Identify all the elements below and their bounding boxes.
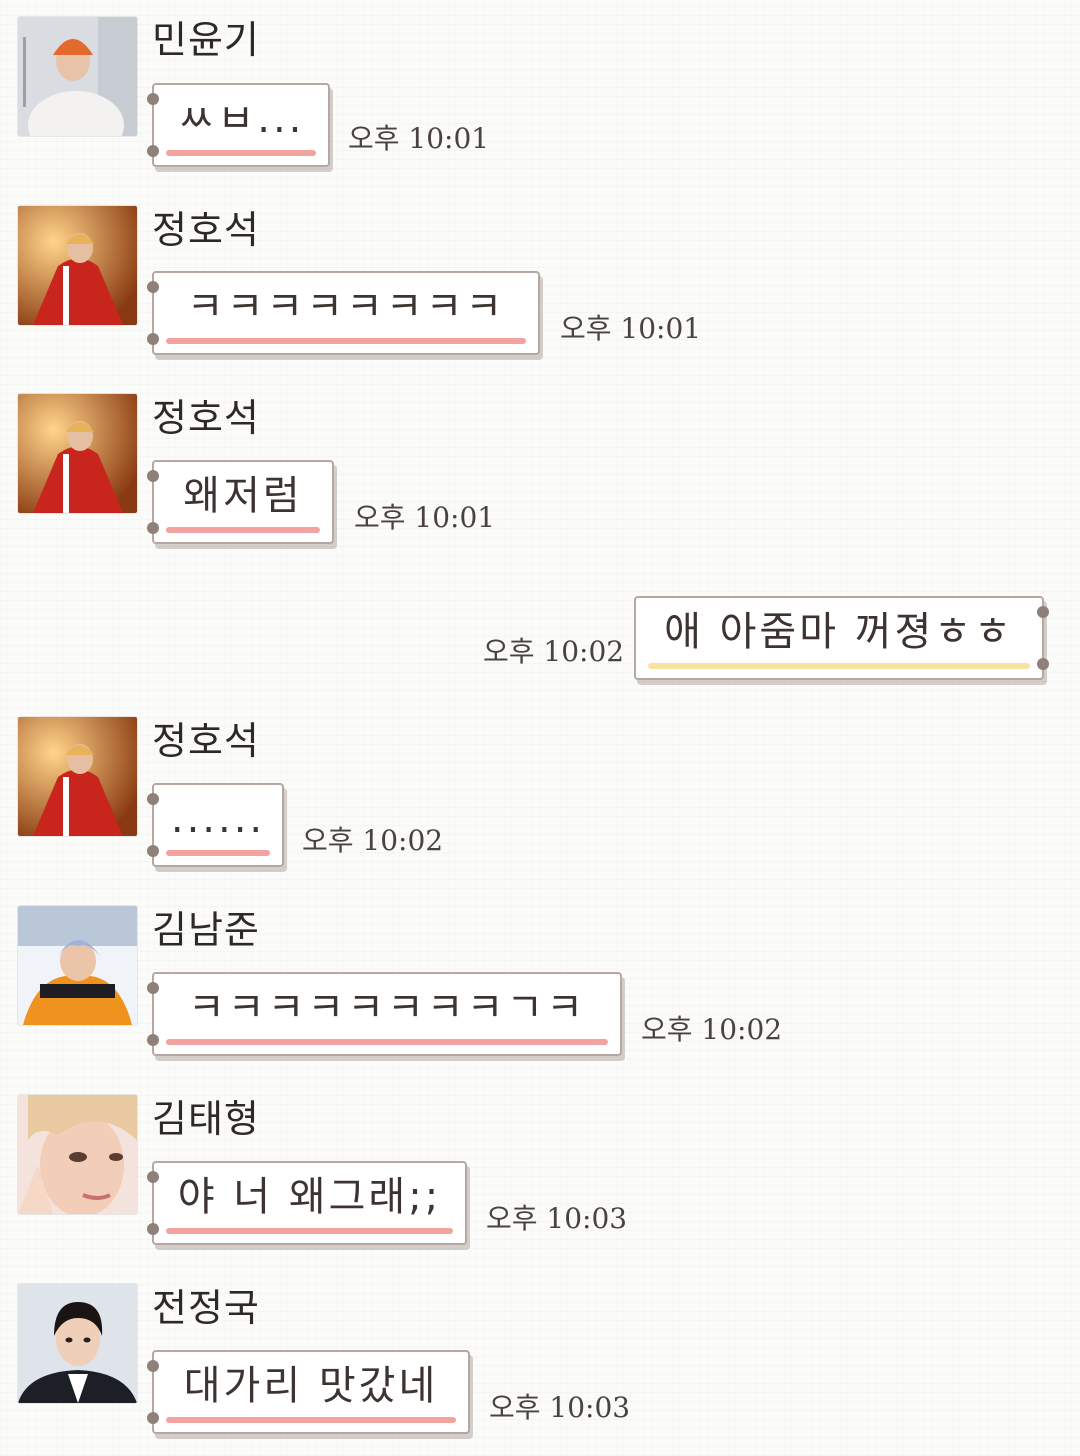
bubble-dot xyxy=(147,1360,159,1372)
profile-photo-icon xyxy=(18,206,137,325)
message-time: 오후 10:02 xyxy=(483,635,625,668)
message-time: 오후 10:02 xyxy=(641,1013,783,1046)
sender-name: 민윤기 xyxy=(152,18,260,62)
profile-photo-icon xyxy=(18,17,137,136)
message-text: 야 너 왜그래;; xyxy=(177,1174,442,1220)
underline-decoration xyxy=(166,338,526,344)
underline-decoration xyxy=(166,1417,456,1423)
avatar[interactable] xyxy=(18,906,137,1025)
bubble-dot xyxy=(147,470,159,482)
profile-photo-icon xyxy=(18,394,137,513)
sender-name: 전정국 xyxy=(152,1286,260,1330)
sender-name: 정호석 xyxy=(152,719,260,763)
avatar[interactable] xyxy=(18,394,137,513)
message-time: 오후 10:01 xyxy=(354,501,496,534)
bubble-dot xyxy=(147,793,159,805)
profile-photo-icon xyxy=(18,906,137,1025)
bubble-dot xyxy=(147,522,159,534)
message-bubble[interactable]: 왜저럼 xyxy=(147,460,334,544)
underline-decoration xyxy=(166,850,270,856)
sender-name: 정호석 xyxy=(152,208,260,252)
bubble-dot xyxy=(147,1412,159,1424)
bubble-dot xyxy=(147,145,159,157)
underline-decoration xyxy=(166,1228,453,1234)
message-time: 오후 10:03 xyxy=(486,1202,628,1235)
message-text: 왜저럼 xyxy=(183,473,303,519)
message-text: 애 아줌마 꺼졍ㅎㅎ xyxy=(664,609,1014,655)
message-time: 오후 10:01 xyxy=(348,122,490,155)
avatar[interactable] xyxy=(18,17,137,136)
sender-name: 김남준 xyxy=(152,908,260,952)
avatar[interactable] xyxy=(18,206,137,325)
underline-decoration xyxy=(166,150,316,156)
bubble-dot xyxy=(1037,658,1049,670)
sender-name: 정호석 xyxy=(152,396,260,440)
profile-photo-icon xyxy=(18,717,137,836)
message-bubble[interactable]: ㅋㅋㅋㅋㅋㅋㅋㅋ xyxy=(147,271,540,355)
message-time: 오후 10:02 xyxy=(302,824,444,857)
avatar[interactable] xyxy=(18,1095,137,1214)
message-bubble[interactable]: ...... xyxy=(147,783,284,867)
bubble-dot xyxy=(147,845,159,857)
message-text: ㅋㅋㅋㅋㅋㅋㅋㅋㄱㅋ xyxy=(188,985,586,1031)
underline-decoration xyxy=(166,1039,608,1045)
bubble-dot xyxy=(147,982,159,994)
message-bubble[interactable]: 야 너 왜그래;; xyxy=(147,1161,467,1245)
bubble-dot xyxy=(147,333,159,345)
underline-decoration xyxy=(166,527,320,533)
profile-photo-icon xyxy=(18,1095,137,1214)
underline-decoration xyxy=(648,663,1030,669)
bubble-dot xyxy=(147,1171,159,1183)
message-bubble[interactable]: 대가리 맛갔네 xyxy=(147,1350,470,1434)
message-time: 오후 10:01 xyxy=(560,312,702,345)
message-bubble[interactable]: ㅋㅋㅋㅋㅋㅋㅋㅋㄱㅋ xyxy=(147,972,622,1056)
avatar[interactable] xyxy=(18,1284,137,1403)
message-text: ㅋㅋㅋㅋㅋㅋㅋㅋ xyxy=(186,284,506,330)
bubble-dot xyxy=(147,281,159,293)
avatar[interactable] xyxy=(18,717,137,836)
my-message-bubble[interactable]: 애 아줌마 꺼졍ㅎㅎ xyxy=(634,596,1049,680)
message-text: ...... xyxy=(170,796,266,842)
bubble-dot xyxy=(147,93,159,105)
bubble-dot xyxy=(147,1223,159,1235)
chat-room: 민윤기 ㅆㅂ... 오후 10:01 정호석 ㅋㅋㅋㅋㅋㅋㅋㅋ 오후 10:01… xyxy=(0,0,1080,1456)
profile-photo-icon xyxy=(18,1284,137,1403)
bubble-dot xyxy=(147,1034,159,1046)
message-time: 오후 10:03 xyxy=(489,1391,631,1424)
sender-name: 김태형 xyxy=(152,1097,260,1141)
message-text: ㅆㅂ... xyxy=(177,96,305,142)
bubble-dot xyxy=(1037,606,1049,618)
message-bubble[interactable]: ㅆㅂ... xyxy=(147,83,330,167)
message-text: 대가리 맛갔네 xyxy=(183,1363,439,1409)
